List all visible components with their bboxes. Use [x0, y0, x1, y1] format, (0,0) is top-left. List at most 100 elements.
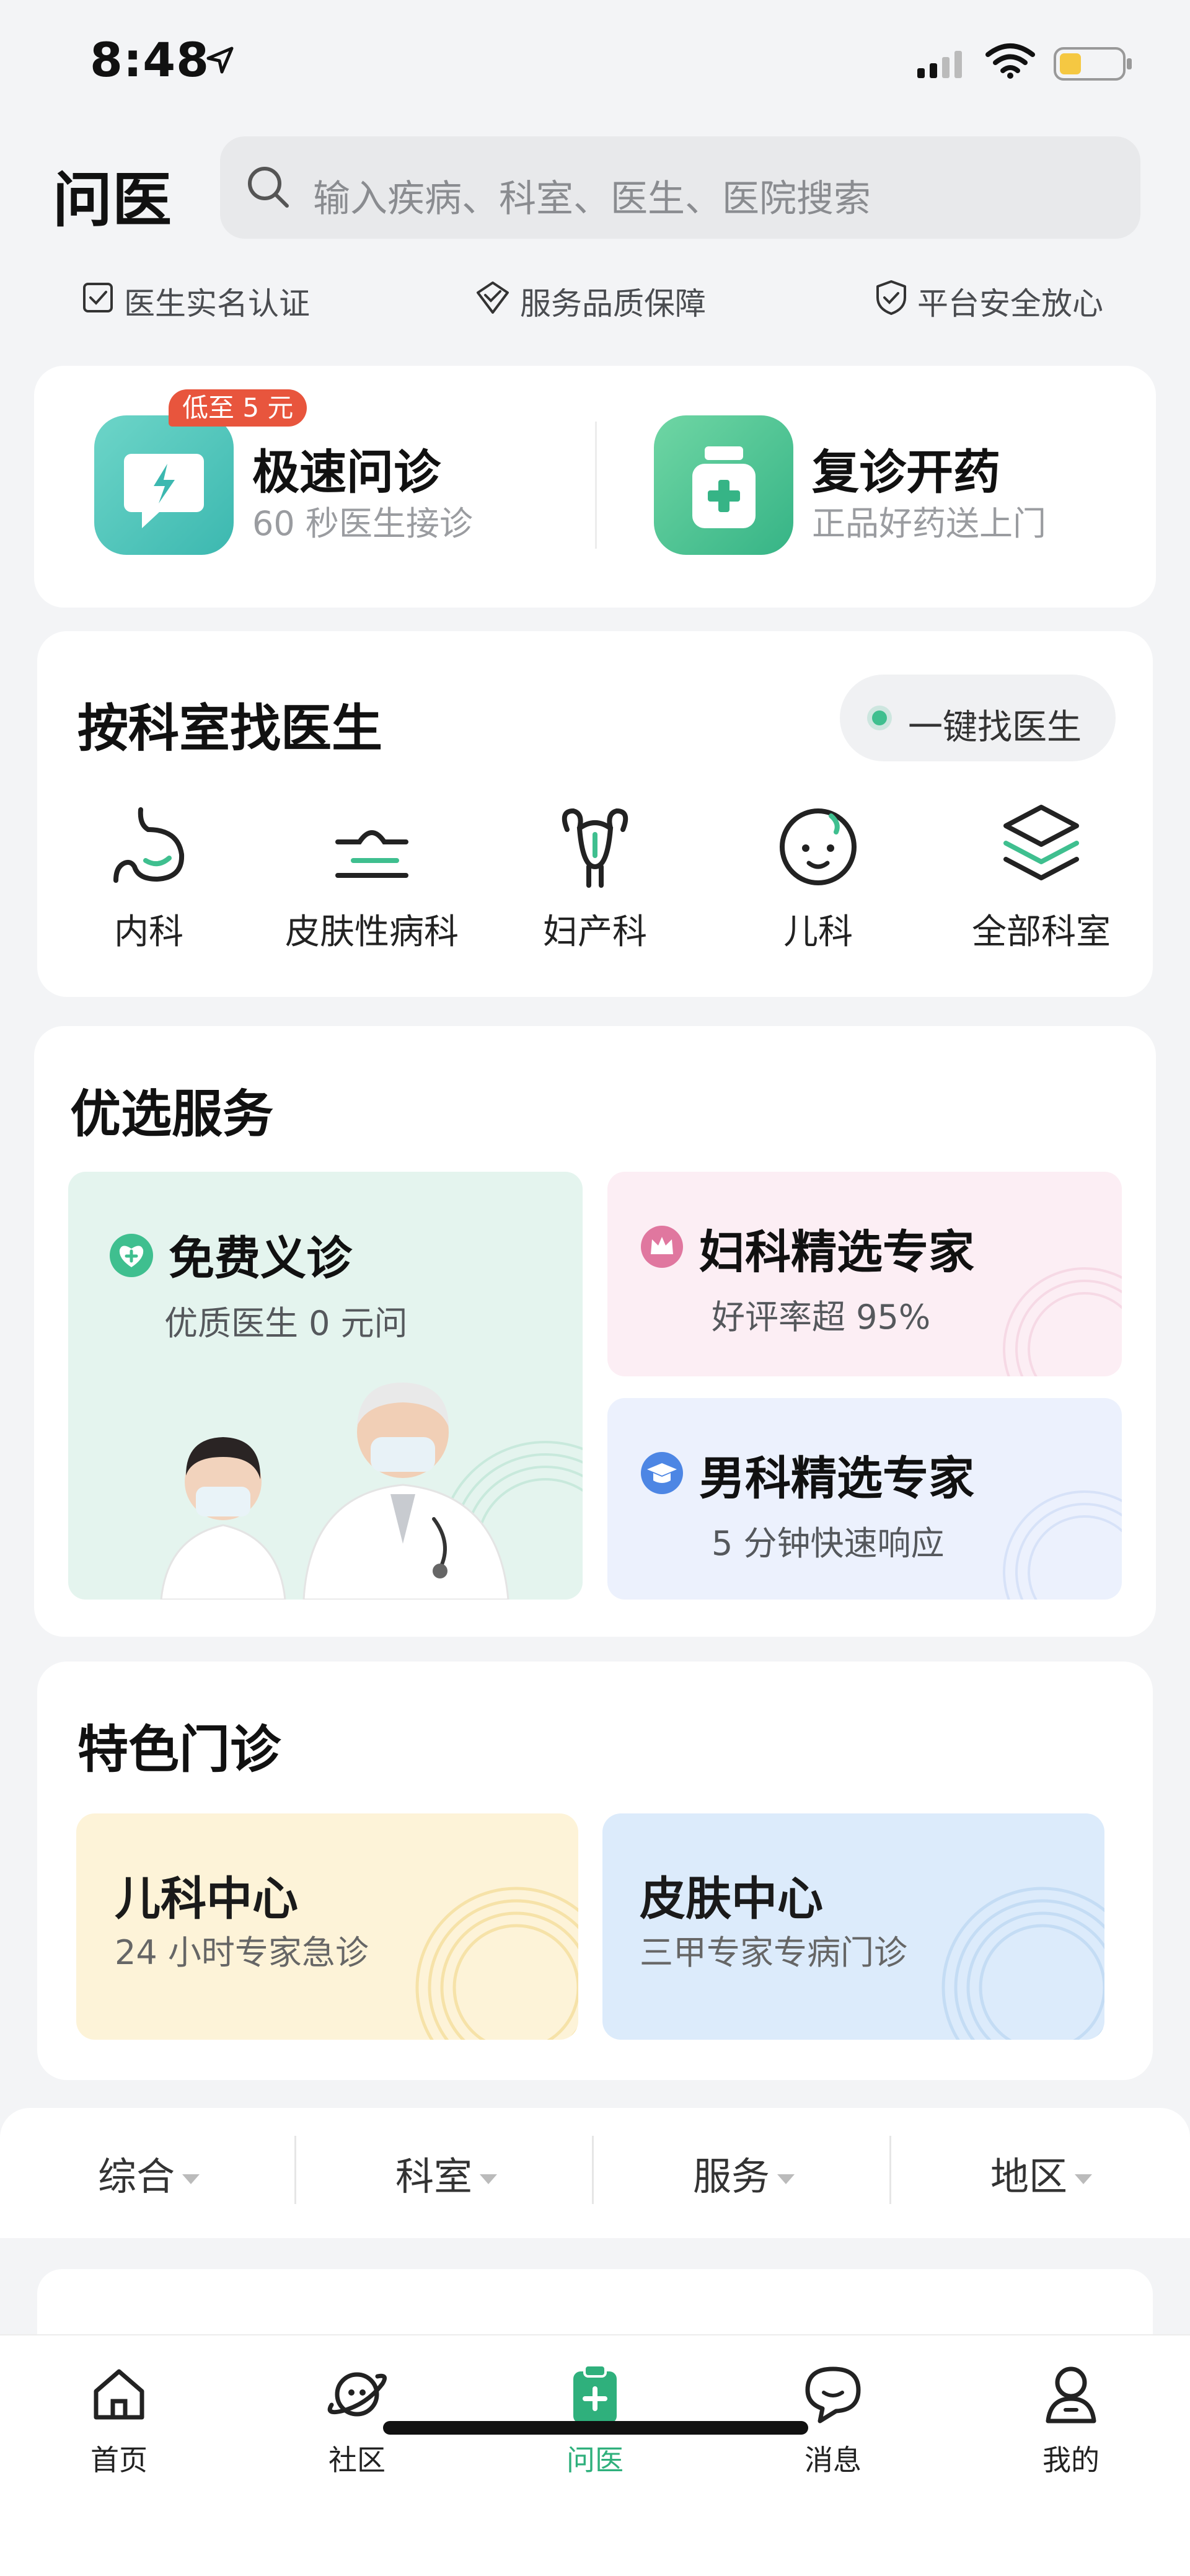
uterus-icon [549, 799, 641, 892]
dept-obgyn[interactable]: 妇产科 [496, 799, 694, 966]
section-title: 特色门诊 [77, 1720, 281, 1779]
lightning-chat-icon [94, 415, 234, 555]
skin-center-card[interactable]: 皮肤中心 三甲专家专病门诊 [602, 1813, 1104, 2040]
shield-heart-icon [474, 280, 511, 322]
status-bar: 8:48 [0, 0, 1190, 124]
dept-label: 全部科室 [972, 912, 1111, 952]
tab-profile[interactable]: 我的 [952, 2360, 1190, 2484]
tab-label: 我的 [1042, 2443, 1100, 2477]
free-consult-card[interactable]: 免费义诊 优质医生 0 元问 [68, 1172, 583, 1600]
section-title: 优选服务 [70, 1085, 274, 1144]
tab-home[interactable]: 首页 [0, 2360, 238, 2484]
crown-icon [640, 1224, 684, 1272]
filter-label: 综合 [97, 2154, 175, 2199]
divider [889, 2136, 891, 2204]
home-indicator [383, 2421, 808, 2435]
caret-down-icon [1075, 2174, 1092, 2184]
cellular-signal-icon [917, 48, 967, 82]
guarantee-item: 平台安全放心 [874, 279, 1103, 324]
filter-label: 服务 [692, 2154, 770, 2199]
fast-consult-title: 极速问诊 [252, 445, 441, 500]
fast-consult-subtitle: 60 秒医生接诊 [252, 504, 473, 543]
home-icon [85, 2360, 153, 2428]
search-bar[interactable]: 输入疾病、科室、医生、医院搜索 [220, 136, 1140, 239]
caret-down-icon [182, 2174, 200, 2184]
medical-clipboard-icon [561, 2360, 629, 2428]
refill-subtitle: 正品好药送上门 [812, 504, 1046, 543]
filter-bar: 综合 科室 服务 地区 [0, 2108, 1190, 2238]
page-title: 问医 [53, 166, 172, 235]
one-key-find-doctor-button[interactable]: 一键找医生 [840, 675, 1116, 761]
refill-entry[interactable]: 复诊开药 正品好药送上门 [654, 415, 1125, 564]
guarantee-item: 服务品质保障 [474, 279, 706, 324]
dept-label: 儿科 [783, 912, 853, 952]
graduation-cap-icon [640, 1451, 684, 1498]
page: 8:48 问医 输入疾病、科室、医生、医院搜索 医生实名认证 服务品质保障 平台… [0, 0, 1190, 2576]
divider [294, 2136, 296, 2204]
doctors-illustration [143, 1358, 539, 1600]
medicine-bottle-icon [654, 415, 793, 555]
filter-label: 地区 [990, 2154, 1067, 2199]
caret-down-icon [480, 2174, 497, 2184]
wave-decoration [380, 1851, 578, 2040]
guarantee-item: 医生实名认证 [81, 279, 310, 324]
wifi-icon [985, 42, 1035, 82]
divider [592, 2136, 594, 2204]
male-expert-title: 男科精选专家 [699, 1452, 974, 1505]
stack-layers-icon [995, 799, 1088, 892]
filter-comprehensive[interactable]: 综合 [0, 2145, 298, 2201]
refill-title: 复诊开药 [812, 445, 1000, 500]
dept-dermatology[interactable]: 皮肤性病科 [273, 799, 471, 966]
fast-consult-entry[interactable]: 低至 5 元 极速问诊 60 秒医生接诊 [94, 389, 565, 564]
price-badge: 低至 5 元 [169, 389, 307, 427]
dept-label: 内科 [114, 912, 183, 952]
status-time: 8:48 [90, 32, 210, 87]
tab-label: 社区 [328, 2443, 386, 2477]
location-arrow-icon [205, 45, 236, 78]
free-consult-title: 免费义诊 [169, 1232, 352, 1285]
dept-label: 妇产科 [543, 912, 647, 952]
tab-label: 消息 [804, 2443, 862, 2477]
wave-decoration [961, 1225, 1122, 1376]
bottom-tab-bar: 首页 社区 问医 消息 我的 [0, 2334, 1190, 2576]
filter-region[interactable]: 地区 [892, 2145, 1190, 2201]
dept-all[interactable]: 全部科室 [942, 799, 1140, 966]
search-placeholder: 输入疾病、科室、医生、医院搜索 [313, 177, 871, 221]
filter-service[interactable]: 服务 [595, 2145, 892, 2201]
male-expert-card[interactable]: 男科精选专家 5 分钟快速响应 [607, 1398, 1122, 1600]
baby-face-icon [772, 799, 865, 892]
wave-decoration [906, 1851, 1104, 2040]
tab-label: 问医 [566, 2443, 624, 2477]
person-icon [1037, 2360, 1105, 2428]
guarantee-label: 服务品质保障 [520, 286, 706, 322]
gyn-expert-card[interactable]: 妇科精选专家 好评率超 95% [607, 1172, 1122, 1376]
wave-decoration [961, 1448, 1122, 1600]
filter-label: 科室 [395, 2154, 472, 2199]
filter-department[interactable]: 科室 [298, 2145, 595, 2201]
battery-icon [1054, 46, 1134, 86]
heart-plus-icon [108, 1233, 154, 1281]
quick-consult-card: 低至 5 元 极速问诊 60 秒医生接诊 复诊开药 正品好药送上门 [34, 366, 1156, 608]
dept-pediatrics[interactable]: 儿科 [719, 799, 917, 966]
preferred-services-card: 优选服务 免费义诊 优质医生 0 元问 妇科精选专家 好评率超 95% 男科精选… [34, 1026, 1156, 1637]
dept-label: 皮肤性病科 [285, 912, 459, 952]
tab-label: 首页 [90, 2443, 148, 2477]
planet-icon [323, 2360, 391, 2428]
one-key-label: 一键找医生 [908, 707, 1082, 748]
pediatric-center-card[interactable]: 儿科中心 24 小时专家急诊 [76, 1813, 578, 2040]
guarantee-label: 平台安全放心 [917, 286, 1103, 322]
guarantee-strip: 医生实名认证 服务品质保障 平台安全放心 [0, 273, 1190, 329]
clinic-subtitle: 24 小时专家急诊 [115, 1933, 369, 1972]
search-icon [244, 162, 293, 215]
divider [595, 422, 597, 549]
gyn-expert-subtitle: 好评率超 95% [712, 1298, 931, 1337]
guarantee-label: 医生实名认证 [124, 286, 310, 322]
department-card: 按科室找医生 一键找医生 内科 皮肤性病科 妇产科 儿科 全部科室 [37, 631, 1153, 997]
clinic-subtitle: 三甲专家专病门诊 [640, 1933, 907, 1972]
clinic-title: 皮肤中心 [640, 1872, 823, 1926]
checkbox-icon [81, 280, 115, 322]
section-title: 按科室找医生 [77, 699, 383, 758]
status-dot-icon [872, 710, 887, 725]
shield-check-icon [874, 279, 909, 324]
dept-internal-medicine[interactable]: 内科 [50, 799, 248, 966]
